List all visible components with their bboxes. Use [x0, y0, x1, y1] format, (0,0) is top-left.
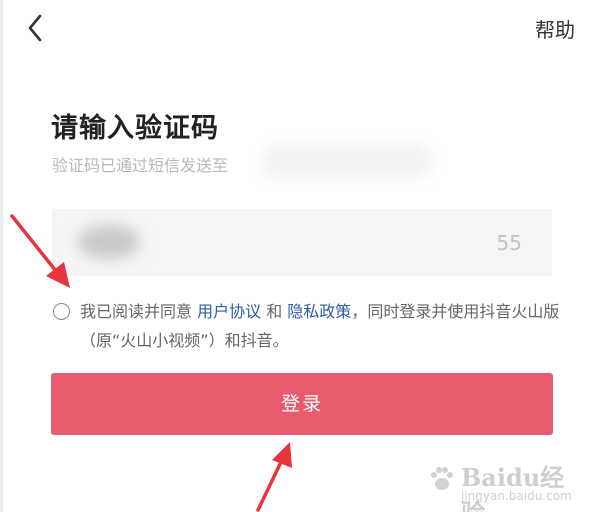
blurred-code-value: [78, 225, 140, 259]
login-verification-page: 帮助 请输入验证码 验证码已通过短信发送至 55 我已阅读并同意 用户协议 和 …: [0, 0, 589, 512]
agreement-radio[interactable]: [53, 303, 70, 320]
help-button[interactable]: 帮助: [535, 14, 575, 43]
left-edge-divider: [0, 0, 3, 512]
user-agreement-link[interactable]: 用户协议: [197, 302, 261, 321]
verification-code-input[interactable]: 55: [52, 209, 552, 276]
paw-logo-icon: [431, 467, 453, 490]
agreement-text-part: 我已阅读并同意: [80, 302, 198, 321]
privacy-policy-link[interactable]: 隐私政策: [287, 302, 351, 321]
login-button[interactable]: 登录: [51, 373, 553, 435]
page-title: 请输入验证码: [51, 113, 219, 144]
annotation-arrow-icon: [256, 442, 292, 512]
chevron-left-icon: [28, 14, 42, 42]
baidu-watermark: Baidu经验 jingyan.baidu.com: [427, 456, 577, 512]
resend-countdown: 55: [496, 231, 522, 255]
watermark-url: jingyan.baidu.com: [461, 489, 572, 503]
agreement-text: 我已阅读并同意 用户协议 和 隐私政策，同时登录并使用抖音火山版（原“火山小视频…: [80, 297, 560, 355]
agreement-text-part: 和: [261, 302, 288, 321]
back-button[interactable]: [22, 12, 52, 44]
sms-sent-subtitle: 验证码已通过短信发送至: [52, 156, 229, 175]
watermark-title: Baidu经验: [461, 463, 565, 512]
blurred-phone-number: [262, 144, 432, 178]
